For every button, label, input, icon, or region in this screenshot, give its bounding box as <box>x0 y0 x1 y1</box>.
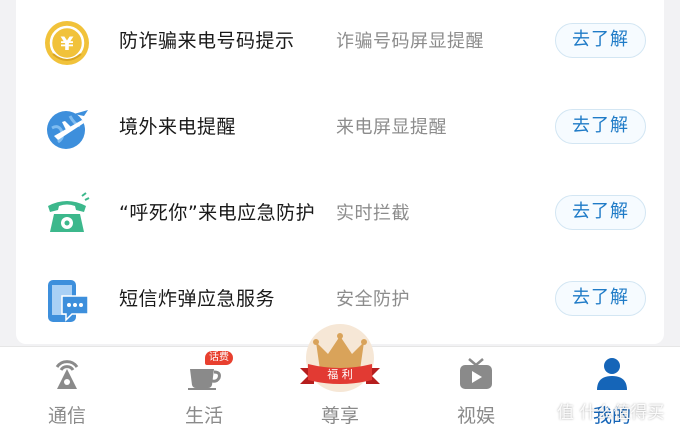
security-services-card: ¥ 防诈骗来电号码提示 诈骗号码屏显提醒 去了解 境外来电提醒 来电屏显提醒 去… <box>16 0 664 344</box>
phone-bill-badge: 话费 <box>205 351 233 365</box>
watermark-text: 值 什么值得买 <box>557 403 665 423</box>
globe-airplane-icon <box>44 106 90 152</box>
tab-life[interactable]: 话费 生活 <box>154 347 254 430</box>
welfare-ribbon-label: 福 利 <box>327 368 353 381</box>
feature-desc: 诈骗号码屏显提醒 <box>336 31 484 52</box>
tab-communication[interactable]: 通信 <box>17 347 117 430</box>
feature-row-harassment-call[interactable]: “呼死你”来电应急防护 实时拦截 去了解 <box>16 172 664 258</box>
tab-label: 生活 <box>184 405 223 427</box>
feature-title: 防诈骗来电号码提示 <box>119 30 295 52</box>
learn-more-button[interactable]: 去了解 <box>555 23 646 58</box>
feature-desc: 实时拦截 <box>336 203 410 224</box>
tv-play-icon <box>458 355 494 391</box>
telephone-alert-icon <box>44 192 90 238</box>
feature-row-fraud-call[interactable]: ¥ 防诈骗来电号码提示 诈骗号码屏显提醒 去了解 <box>16 0 664 86</box>
sms-phone-icon <box>44 278 90 324</box>
feature-desc: 安全防护 <box>336 289 410 310</box>
tab-label: 视娱 <box>456 405 495 427</box>
tab-label: 尊享 <box>320 405 359 427</box>
feature-desc: 来电屏显提醒 <box>336 117 447 138</box>
learn-more-button[interactable]: 去了解 <box>555 281 646 316</box>
learn-more-button[interactable]: 去了解 <box>555 195 646 230</box>
feature-title: “呼死你”来电应急防护 <box>119 202 316 224</box>
learn-more-button[interactable]: 去了解 <box>555 109 646 144</box>
yuan-coin-icon: ¥ <box>44 20 90 66</box>
feature-title: 短信炸弹应急服务 <box>119 288 276 310</box>
feature-row-overseas-call[interactable]: 境外来电提醒 来电屏显提醒 去了解 <box>16 86 664 172</box>
tab-video[interactable]: 视娱 <box>426 347 526 430</box>
svg-text:¥: ¥ <box>60 33 73 55</box>
user-icon <box>594 355 630 391</box>
tab-label: 通信 <box>47 405 86 427</box>
signal-tower-icon <box>49 355 85 391</box>
feature-title: 境外来电提醒 <box>119 116 237 138</box>
